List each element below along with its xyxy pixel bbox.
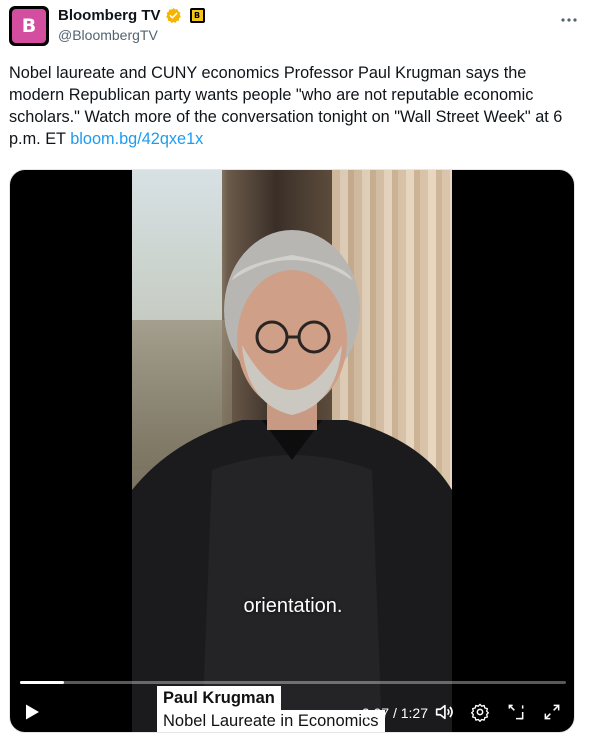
handle[interactable]: @BloombergTV <box>58 27 158 43</box>
more-icon[interactable] <box>559 10 579 31</box>
verified-badge-icon[interactable] <box>165 7 182 24</box>
tweet-text: Nobel laureate and CUNY economics Profes… <box>9 62 579 150</box>
current-time: 0:07 <box>361 705 390 721</box>
affiliate-badge-icon[interactable]: B <box>189 8 205 23</box>
progress-bar[interactable] <box>20 681 566 684</box>
volume-icon[interactable] <box>432 700 456 724</box>
avatar-letter: B <box>12 9 46 43</box>
duration: 1:27 <box>400 705 428 721</box>
video-frame[interactable] <box>132 170 452 732</box>
speaker-figure <box>132 230 452 732</box>
video-controls: 0:07 / 1:27 <box>10 694 574 730</box>
picture-in-picture-icon[interactable] <box>504 700 528 724</box>
name-row: Bloomberg TV B <box>58 7 205 24</box>
tweet-link[interactable]: bloom.bg/42qxe1x <box>70 130 203 148</box>
affiliate-badge-letter: B <box>191 10 203 21</box>
time-display: 0:07 / 1:27 <box>362 705 428 721</box>
display-name[interactable]: Bloomberg TV <box>58 7 161 24</box>
play-icon[interactable] <box>20 700 44 724</box>
gear-icon[interactable] <box>468 700 492 724</box>
fullscreen-icon[interactable] <box>540 700 564 724</box>
video-player[interactable]: Paul Krugman Nobel Laureate in Economics… <box>9 169 575 733</box>
progress-fill <box>20 681 64 684</box>
avatar[interactable]: B <box>9 6 49 46</box>
video-caption: orientation. <box>243 595 343 617</box>
tweet-header: B Bloomberg TV B @BloombergTV <box>9 6 589 46</box>
time-separator: / <box>389 705 401 721</box>
